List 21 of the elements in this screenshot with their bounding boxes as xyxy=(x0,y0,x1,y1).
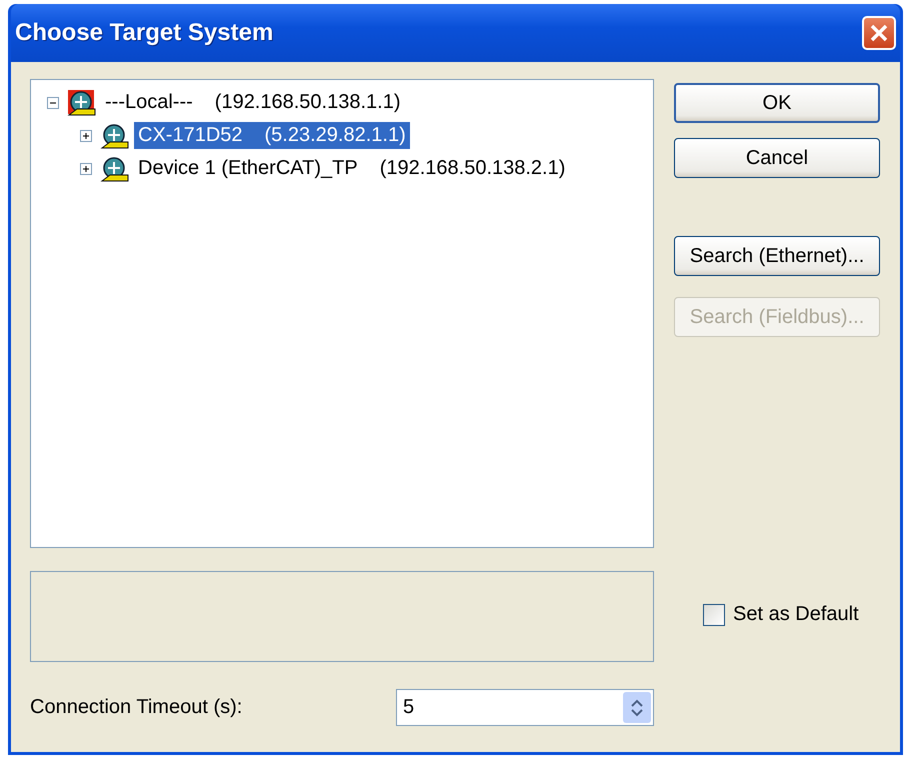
checkbox-label: Set as Default xyxy=(733,603,859,626)
close-button[interactable] xyxy=(862,16,896,50)
timeout-label: Connection Timeout (s): xyxy=(30,696,242,719)
tree-item[interactable]: ---Local--- (192.168.50.138.1.1) xyxy=(101,89,404,116)
network-device-icon xyxy=(67,88,97,116)
expand-icon[interactable] xyxy=(80,130,92,142)
collapse-icon[interactable] xyxy=(47,96,59,108)
tree-item[interactable]: Device 1 (EtherCAT)_TP (192.168.50.138.2.1) xyxy=(134,155,570,182)
expand-icon[interactable] xyxy=(80,162,92,174)
dialog-button[interactable]: Search (Ethernet)... xyxy=(674,236,880,276)
checkbox[interactable] xyxy=(703,604,725,626)
tree-item[interactable]: CX-171D52 (5.23.29.82.1.1) xyxy=(134,122,410,149)
dialog-button[interactable]: Cancel xyxy=(674,138,880,178)
timeout-field[interactable]: 5 xyxy=(396,689,654,726)
network-device-icon xyxy=(100,154,130,182)
close-icon xyxy=(870,24,888,42)
window-title: Choose Target System xyxy=(15,19,274,47)
up-down-arrows-icon xyxy=(630,698,644,718)
dialog-button[interactable]: OK xyxy=(674,83,880,123)
spin-buttons[interactable] xyxy=(623,692,651,723)
network-device-icon xyxy=(100,122,130,150)
